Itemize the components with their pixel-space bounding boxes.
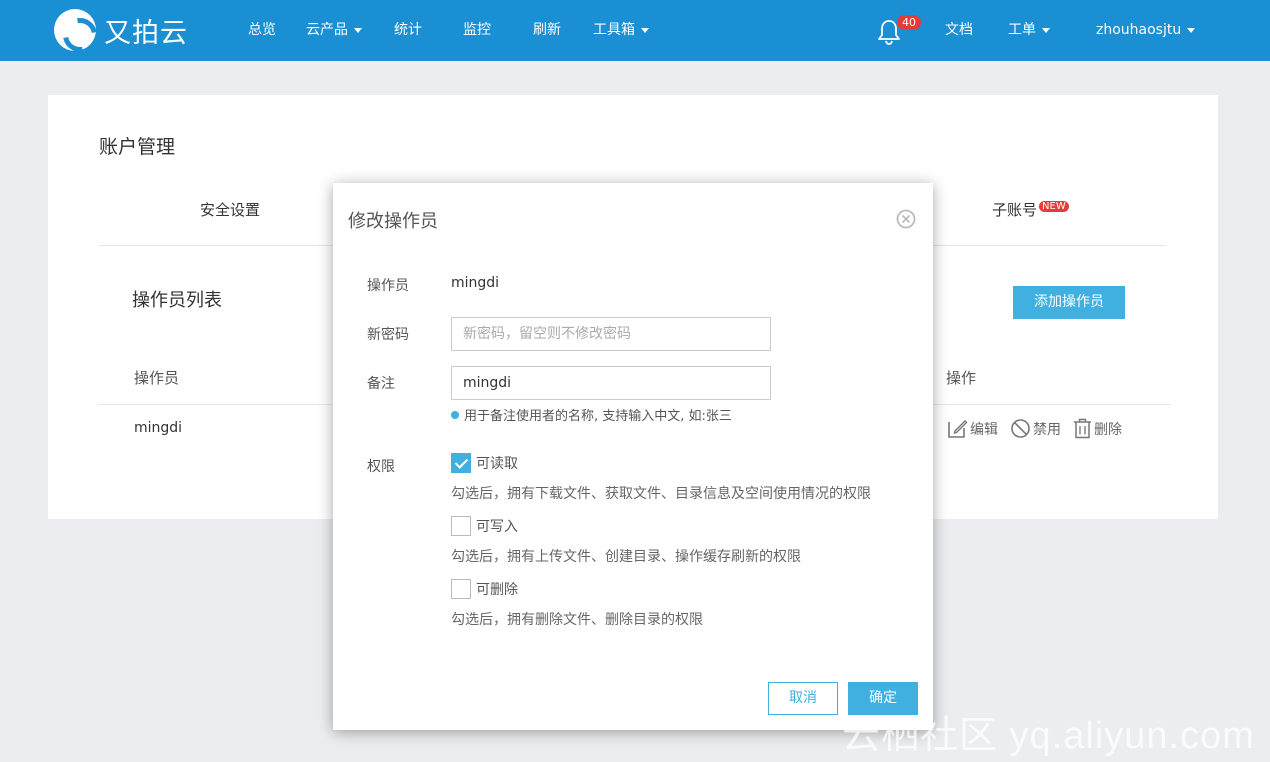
add-operator-button[interactable]: 添加操作员	[1013, 286, 1125, 319]
ban-icon	[1011, 419, 1030, 438]
page-title: 账户管理	[99, 136, 176, 158]
nav-docs[interactable]: 文档	[945, 0, 973, 61]
close-icon[interactable]	[896, 209, 916, 229]
delete-button[interactable]: 删除	[1073, 418, 1122, 439]
permission-read-label: 可读取	[476, 456, 518, 472]
password-label: 新密码	[367, 327, 409, 343]
chevron-down-icon	[641, 27, 649, 33]
operator-name-cell: mingdi	[134, 420, 183, 436]
nav-products-label: 云产品	[306, 22, 348, 38]
watermark: 云栖社区 yq.aliyun.com	[842, 715, 1255, 757]
info-dot-icon	[451, 410, 459, 419]
nav-tickets[interactable]: 工单	[1008, 0, 1050, 61]
chevron-down-icon	[1042, 27, 1050, 33]
tab-security[interactable]: 安全设置	[200, 199, 260, 220]
permission-read-desc: 勾选后，拥有下载文件、获取文件、目录信息及空间使用情况的权限	[451, 486, 871, 502]
trash-icon	[1074, 418, 1091, 439]
nav-toolbox[interactable]: 工具箱	[593, 0, 649, 61]
modal-title: 修改操作员	[348, 211, 438, 232]
chevron-down-icon	[1187, 27, 1196, 33]
permission-write-desc: 勾选后，拥有上传文件、创建目录、操作缓存刷新的权限	[451, 549, 801, 565]
checkbox-delete[interactable]	[451, 579, 471, 599]
column-header-actions: 操作	[946, 369, 977, 387]
tab-subaccount[interactable]: 子账号 NEW	[992, 199, 1069, 220]
chevron-down-icon	[354, 27, 362, 33]
note-label: 备注	[367, 376, 395, 392]
cancel-button[interactable]: 取消	[768, 682, 838, 715]
checkbox-write[interactable]	[451, 516, 471, 536]
delete-label: 删除	[1094, 421, 1122, 438]
column-header-operator: 操作员	[134, 369, 180, 387]
nav-overview[interactable]: 总览	[248, 0, 276, 61]
edit-label: 编辑	[970, 421, 998, 438]
permission-write[interactable]: 可写入	[451, 516, 518, 536]
permissions-label: 权限	[367, 459, 395, 475]
edit-icon	[948, 420, 968, 438]
brand-name: 又拍云	[104, 17, 188, 49]
user-menu[interactable]: zhouhaosjtu	[1096, 0, 1196, 61]
edit-operator-modal: 修改操作员 操作员 mingdi 新密码 备注 用于备注使用者的名称, 支持输入…	[333, 183, 933, 730]
nav-tickets-label: 工单	[1008, 22, 1036, 38]
operator-list-title: 操作员列表	[132, 290, 222, 311]
brand-logo[interactable]: 又拍云	[54, 9, 188, 51]
operator-value: mingdi	[451, 275, 500, 291]
nav-toolbox-label: 工具箱	[593, 22, 635, 38]
note-hint-text: 用于备注使用者的名称, 支持输入中文, 如:张三	[464, 409, 732, 424]
nav-stats[interactable]: 统计	[394, 0, 422, 61]
tab-subaccount-label: 子账号	[992, 201, 1038, 219]
permission-read[interactable]: 可读取	[451, 453, 518, 473]
permission-delete[interactable]: 可删除	[451, 579, 518, 599]
permission-delete-desc: 勾选后，拥有删除文件、删除目录的权限	[451, 612, 703, 628]
username: zhouhaosjtu	[1096, 22, 1182, 38]
top-navbar: 又拍云 总览 云产品 统计 监控 刷新 工具箱 40 文档 工单 zhouhao…	[0, 0, 1270, 61]
nav-refresh[interactable]: 刷新	[533, 0, 561, 61]
nav-monitor[interactable]: 监控	[463, 0, 491, 61]
permission-write-label: 可写入	[476, 519, 518, 535]
disable-label: 禁用	[1033, 421, 1061, 438]
operator-label: 操作员	[367, 278, 409, 294]
note-hint: 用于备注使用者的名称, 支持输入中文, 如:张三	[451, 405, 732, 424]
edit-button[interactable]: 编辑	[947, 418, 998, 439]
checkbox-read[interactable]	[451, 453, 471, 473]
disable-button[interactable]: 禁用	[1010, 418, 1061, 439]
upyun-logo-icon	[54, 9, 96, 51]
permission-delete-label: 可删除	[476, 582, 518, 598]
notification-badge: 40	[897, 15, 921, 30]
nav-products[interactable]: 云产品	[306, 0, 362, 61]
note-input[interactable]	[451, 366, 771, 400]
new-badge: NEW	[1039, 201, 1069, 212]
new-password-input[interactable]	[451, 317, 771, 351]
